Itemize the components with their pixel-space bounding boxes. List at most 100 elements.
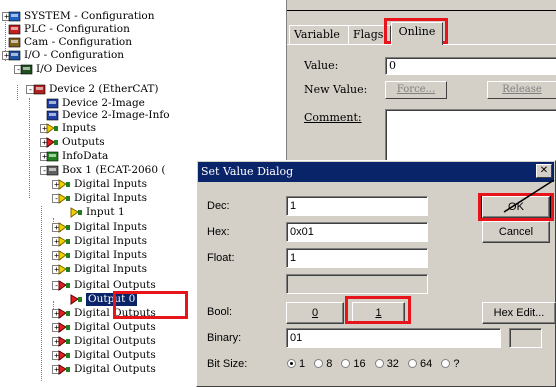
bit-size-option-label: 8: [326, 358, 333, 370]
tab-flags[interactable]: Flags: [348, 25, 391, 44]
comment-field[interactable]: [385, 109, 556, 161]
infodata-icon: [46, 151, 59, 162]
cam-config-icon: [8, 37, 21, 48]
tree-item[interactable]: Output 0: [70, 293, 138, 306]
pointer-arrow-icon: [503, 179, 555, 213]
tree-item[interactable]: Digital Outputs: [58, 321, 156, 334]
tree-item[interactable]: I/O Devices: [20, 63, 97, 76]
ethercat-device-icon: [33, 84, 46, 95]
bool-false-label: 0: [311, 307, 319, 319]
tree-item[interactable]: Box 1 (ECAT-2060 (: [46, 164, 165, 177]
tree-item-label: Digital Inputs: [74, 178, 148, 190]
tree-item[interactable]: Digital Inputs: [58, 221, 147, 234]
tab-variable[interactable]: Variable: [289, 25, 349, 44]
tree-item[interactable]: Digital Inputs: [58, 249, 147, 262]
radio-icon: [314, 359, 324, 368]
bit-size-option-label: 64: [420, 358, 433, 370]
tree-item[interactable]: Digital Inputs: [58, 192, 147, 205]
tree-item[interactable]: Outputs: [46, 136, 105, 149]
tree-item[interactable]: Device 2-Image-Info: [46, 109, 170, 122]
bit-size-radio-1[interactable]: 1: [287, 358, 305, 370]
tree-item-label: Digital Inputs: [74, 221, 148, 233]
tree-item-label: Digital Inputs: [74, 263, 148, 275]
bit-size-radio-8[interactable]: 8: [314, 358, 332, 370]
bit-size-radio-auto[interactable]: ?: [441, 358, 459, 370]
binary-input[interactable]: 01: [286, 328, 501, 348]
bit-size-radio-64[interactable]: 64: [408, 358, 432, 370]
tree-item-label: Digital Outputs: [74, 363, 156, 375]
close-icon[interactable]: ✕: [536, 164, 552, 178]
tree-item[interactable]: Digital Inputs: [58, 263, 147, 276]
system-config-icon: [8, 11, 21, 22]
hex-input[interactable]: 0x01: [286, 222, 428, 242]
tree-item-label: Input 1: [86, 206, 125, 218]
bit-size-option-label: 1: [299, 358, 306, 370]
bool-false-button[interactable]: 0: [286, 302, 344, 324]
tree-item-label: PLC - Configuration: [24, 23, 130, 35]
tree-item-label: Digital Inputs: [74, 235, 148, 247]
dialog-title: Set Value Dialog: [201, 165, 294, 178]
tree-item[interactable]: I/O - Configuration: [8, 49, 124, 62]
tree-item-label: Device 2-Image-Info: [62, 109, 170, 121]
tree-item[interactable]: Device 2 (EtherCAT): [33, 83, 159, 96]
inputs-icon: [46, 123, 59, 134]
tree-item-label: Output 0: [86, 293, 138, 306]
dec-input[interactable]: 1: [286, 196, 428, 216]
outputs-icon: [46, 137, 59, 148]
io-devices-icon: [20, 64, 33, 75]
bool-label: Bool:: [207, 306, 233, 318]
tree-item[interactable]: Cam - Configuration: [8, 36, 132, 49]
radio-icon: [374, 359, 384, 368]
box-icon: [46, 165, 59, 176]
tree-item-label: Outputs: [62, 136, 105, 148]
dec-label: Dec:: [207, 200, 230, 212]
tree-item[interactable]: PLC - Configuration: [8, 23, 130, 36]
tree-item[interactable]: Digital Inputs: [58, 235, 147, 248]
tree-item-label: InfoData: [62, 150, 109, 162]
radio-selected-icon: [287, 359, 296, 368]
new-value-label: New Value:: [304, 83, 368, 96]
digital-output-icon: [58, 350, 71, 361]
tree-item[interactable]: Input 1: [70, 206, 125, 219]
float-extra-field: [286, 274, 428, 294]
tree-item[interactable]: Digital Outputs: [58, 335, 156, 348]
tree-item-label: Digital Outputs: [74, 279, 156, 291]
tab-online[interactable]: Online: [391, 22, 443, 45]
tree-item[interactable]: SYSTEM - Configuration: [8, 10, 155, 23]
release-button[interactable]: Release: [487, 81, 556, 99]
plc-config-icon: [8, 24, 21, 35]
digital-output-icon: [58, 308, 71, 319]
digital-output-icon: [58, 336, 71, 347]
bit-size-radio-16[interactable]: 16: [341, 358, 366, 370]
tree-item[interactable]: Digital Inputs: [58, 178, 147, 191]
float-label: Float:: [207, 252, 235, 264]
tree-item[interactable]: Digital Outputs: [58, 307, 156, 320]
binary-label: Binary:: [207, 332, 242, 344]
digital-input-icon: [58, 236, 71, 247]
value-label: Value:: [304, 59, 339, 72]
digital-input-icon: [58, 222, 71, 233]
tree-item-label: Digital Outputs: [74, 307, 156, 319]
digital-input-icon: [58, 250, 71, 261]
tree-item[interactable]: Digital Outputs: [58, 279, 156, 292]
bool-true-label: 1: [375, 307, 382, 319]
force-button[interactable]: Force...: [385, 81, 447, 99]
tree-item[interactable]: Digital Outputs: [58, 349, 156, 362]
bit-size-option-label: 16: [353, 358, 366, 370]
comment-label: Comment:: [304, 111, 362, 124]
digital-output-icon: [58, 322, 71, 333]
cancel-button[interactable]: Cancel: [482, 221, 550, 243]
tree-item[interactable]: InfoData: [46, 150, 108, 163]
hex-label: Hex:: [207, 226, 230, 238]
tree-item-label: SYSTEM - Configuration: [24, 10, 155, 22]
input-channel-icon: [70, 207, 83, 218]
bool-true-button[interactable]: 1: [352, 302, 405, 324]
tree-item-label: Inputs: [62, 122, 97, 134]
hex-edit-button[interactable]: Hex Edit...: [482, 302, 556, 324]
digital-input-icon: [58, 193, 71, 204]
bit-size-radio-32[interactable]: 32: [374, 358, 399, 370]
radio-icon: [408, 359, 417, 368]
float-input[interactable]: 1: [286, 248, 428, 268]
tree-item[interactable]: Inputs: [46, 122, 96, 135]
tree-item[interactable]: Digital Outputs: [58, 363, 156, 376]
